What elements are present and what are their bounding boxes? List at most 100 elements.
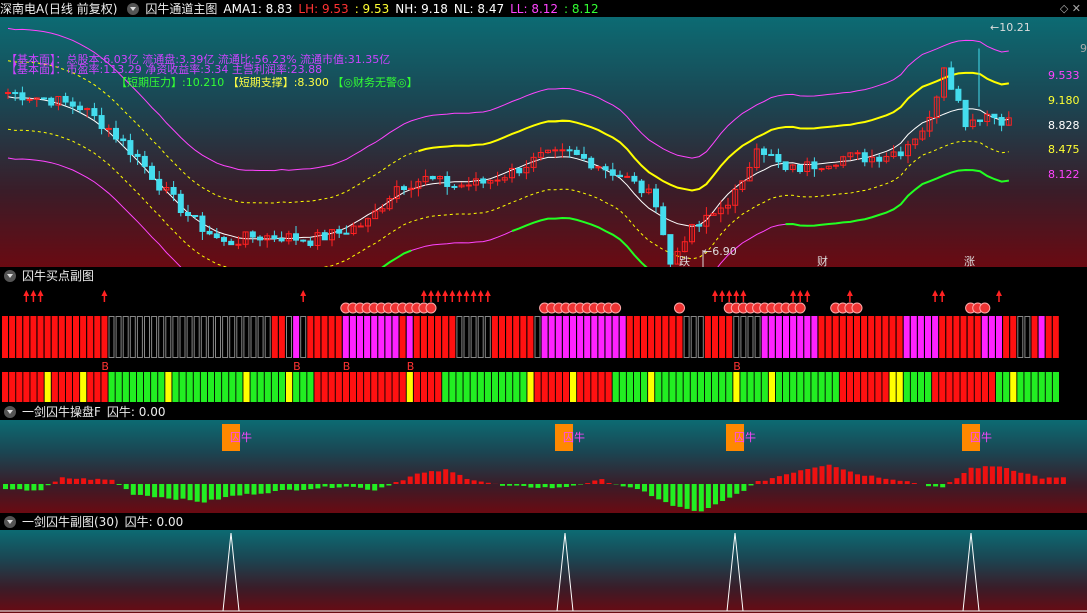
stock-title[interactable]: 深南电A(日线 前复权) [0,0,117,17]
buy-bar [612,316,619,358]
operate-chart[interactable]: 囚牛 囚牛 囚牛 囚牛 [0,420,1087,513]
trend-bar [925,372,932,402]
neutral-bar [186,316,193,358]
neutral-bar [144,316,150,358]
indicator-value: NH: 9.18 [395,1,448,16]
panel3-dropdown-icon[interactable] [4,405,16,418]
operate-panel[interactable]: 囚牛 囚牛 囚牛 囚牛 [0,420,1087,513]
buy-bar [953,316,960,358]
candle-body [206,230,213,235]
trend-bar [1031,372,1038,402]
buy-point-chart[interactable]: BBBBB [0,284,1087,403]
panel2-title[interactable]: 囚牛买点副图 [22,267,94,284]
operate-bar [642,484,647,492]
candle-body [156,178,163,191]
buy-bar [598,316,605,358]
operate-bar [407,476,413,484]
candle-body [26,98,33,101]
buy-bar [854,316,860,358]
operate-bar [301,484,307,490]
trend-bar [648,372,655,402]
buy-bar [641,316,647,358]
operate-bar [599,479,605,484]
operate-bar [116,484,122,485]
trend-bar [278,372,286,402]
buy-bar [364,316,371,358]
trend-bar [94,372,101,402]
trend-bar [484,372,491,402]
trend-bar [719,372,726,402]
trend-bar [1003,372,1010,402]
trend-bar [349,372,357,402]
trend-bar [939,372,946,402]
candle-body [429,175,436,180]
buy-bar [65,316,72,358]
neutral-bar [172,316,179,358]
trend-bar [491,372,499,402]
neutral-bar [534,316,541,358]
buy-bar [44,316,51,358]
trend-bar [65,372,73,402]
buy-point-panel[interactable]: BBBBB [0,284,1087,403]
operate-bar [500,484,505,486]
indicator-value: : 9.53 [354,1,390,16]
buy-bar [662,316,669,358]
trend-bar [846,372,854,402]
close-icon[interactable]: ✕ [1072,2,1081,15]
trend-bar [73,372,80,402]
signal-panel[interactable] [0,530,1087,613]
panel4-value: 囚牛: 0.00 [124,515,184,529]
operate-bar [436,471,442,484]
buy-bar [818,316,825,358]
band-line [7,157,1009,267]
panel3-title[interactable]: 一剑囚牛操盘F [22,403,101,420]
buy-bar [1052,316,1059,358]
buy-bar [797,316,804,358]
operate-bar [386,484,392,486]
candle-body [617,174,623,178]
operate-bar [429,471,434,484]
trend-bar [584,372,591,402]
band-line [7,128,1009,267]
operate-bar [31,484,37,491]
buy-bar [23,316,30,358]
buy-bar [846,316,853,358]
neutral-bar [733,316,740,358]
operate-bar [727,484,733,498]
operate-bar [663,484,669,503]
indicator-dropdown-icon[interactable] [127,2,140,15]
buy-bar [996,316,1002,358]
operate-bar [180,484,186,499]
trend-bar [442,372,449,402]
main-chart-panel[interactable]: 【基本面】：总股本:6.03亿 流通盘:3.39亿 流通比:56.23% 流通市… [0,17,1087,267]
buy-bar [626,316,633,358]
b-label: B [101,360,109,373]
buy-bar [73,316,79,358]
trend-bar [960,372,967,402]
trend-bar [23,372,30,402]
band-line [7,96,1009,240]
operate-bar [265,484,271,494]
buy-bar [669,316,676,358]
candle-body [278,238,285,242]
trend-bar [534,372,541,402]
operate-bar [24,484,30,491]
trend-bar [683,372,690,402]
neutral-bar [740,316,747,358]
trend-bar [591,372,598,402]
collapse-icon[interactable]: ◇ [1060,2,1068,15]
panel4-dropdown-icon[interactable] [4,515,16,528]
indicator-name[interactable]: 囚牛通道主图 [145,0,217,17]
trend-bar [655,372,662,402]
operate-bar [734,484,740,494]
operate-bar [272,484,278,492]
indicator-value: NL: 8.47 [453,1,505,16]
buy-bar [435,316,442,358]
trend-bar [832,372,839,402]
panel2-dropdown-icon[interactable] [4,269,16,282]
panel4-title[interactable]: 一剑囚牛副图(30) [22,513,119,530]
signal-chart[interactable] [0,530,1087,613]
buy-bar [392,316,399,358]
neutral-bar [264,316,271,358]
operate-bar [677,484,683,507]
